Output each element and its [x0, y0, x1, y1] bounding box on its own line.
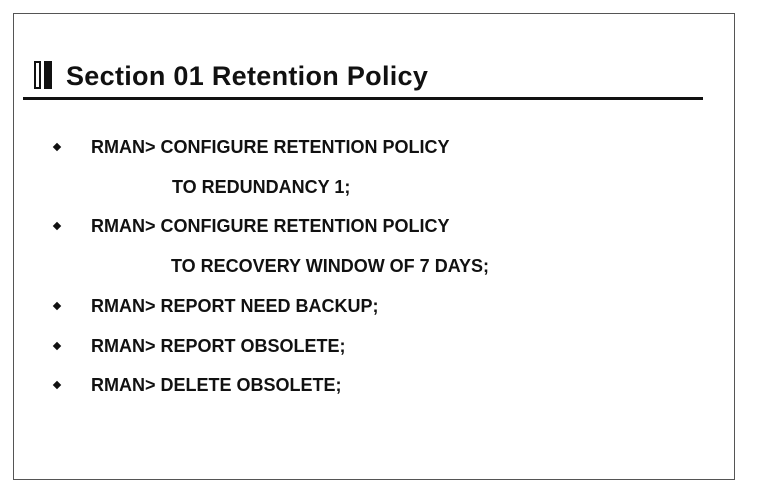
bullet-diamond-icon	[52, 142, 62, 152]
bullet-text: RMAN> DELETE OBSOLETE;	[91, 375, 342, 395]
bullet-text: RMAN> CONFIGURE RETENTION POLICY	[91, 137, 450, 157]
slide: Section 01 Retention Policy RMAN> CONFIG…	[13, 13, 735, 480]
bullet-text: RMAN> CONFIGURE RETENTION POLICY	[91, 216, 450, 236]
bullet-continuation: TO REDUNDANCY 1;	[172, 177, 351, 197]
bullet-text: RMAN> REPORT NEED BACKUP;	[91, 296, 379, 316]
bullet-diamond-icon	[52, 341, 62, 351]
bullet-list: RMAN> CONFIGURE RETENTION POLICY TO REDU…	[14, 14, 734, 479]
bullet-text: RMAN> REPORT OBSOLETE;	[91, 336, 346, 356]
bullet-diamond-icon	[52, 221, 62, 231]
bullet-diamond-icon	[52, 301, 62, 311]
bullet-continuation: TO RECOVERY WINDOW OF 7 DAYS;	[171, 256, 490, 276]
bullet-diamond-icon	[52, 380, 62, 390]
